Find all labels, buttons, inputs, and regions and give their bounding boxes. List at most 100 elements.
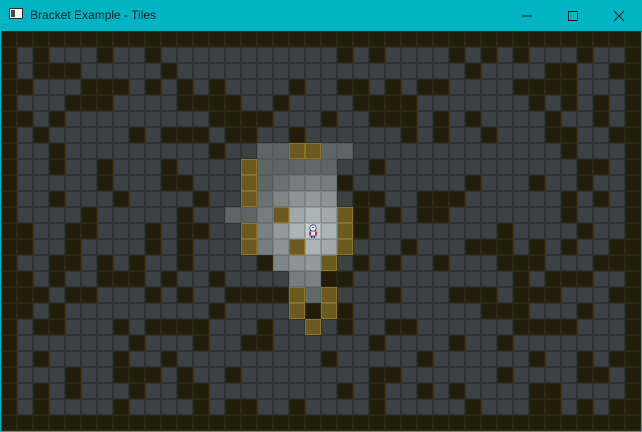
floor-tile	[241, 319, 257, 335]
floor-tile	[369, 79, 385, 95]
floor-tile	[497, 143, 513, 159]
floor-tile	[145, 383, 161, 399]
floor-tile	[561, 111, 577, 127]
wall-tile	[529, 399, 545, 415]
wall-tile	[1, 383, 17, 399]
floor-tile	[225, 255, 241, 271]
floor-tile	[369, 207, 385, 223]
floor-tile	[529, 143, 545, 159]
maximize-button[interactable]	[550, 0, 596, 31]
wall-tile	[97, 31, 113, 47]
floor-tile	[433, 223, 449, 239]
floor-tile	[193, 303, 209, 319]
floor-tile	[353, 319, 369, 335]
floor-tile	[433, 239, 449, 255]
floor-tile	[257, 175, 273, 191]
floor-tile	[609, 191, 625, 207]
floor-tile	[609, 111, 625, 127]
wall-tile	[289, 127, 305, 143]
floor-tile	[241, 47, 257, 63]
wall-tile	[417, 191, 433, 207]
floor-tile	[337, 127, 353, 143]
wall-tile	[49, 31, 65, 47]
floor-tile	[97, 367, 113, 383]
wall-tile	[1, 287, 17, 303]
floor-tile	[97, 143, 113, 159]
floor-tile	[289, 191, 305, 207]
floor-tile	[321, 319, 337, 335]
floor-tile	[545, 191, 561, 207]
floor-tile	[417, 367, 433, 383]
wall-tile	[561, 143, 577, 159]
floor-tile	[257, 191, 273, 207]
wall-tile	[385, 319, 401, 335]
floor-tile	[609, 47, 625, 63]
floor-tile	[545, 175, 561, 191]
floor-tile	[609, 303, 625, 319]
floor-tile	[257, 303, 273, 319]
wall-tile	[625, 255, 641, 271]
floor-tile	[129, 239, 145, 255]
floor-tile	[145, 399, 161, 415]
floor-tile	[433, 175, 449, 191]
floor-tile	[65, 191, 81, 207]
floor-tile	[481, 223, 497, 239]
floor-tile	[161, 111, 177, 127]
wall-tile	[337, 383, 353, 399]
wall-tile	[545, 271, 561, 287]
floor-tile	[177, 303, 193, 319]
floor-tile	[113, 207, 129, 223]
floor-tile	[369, 255, 385, 271]
floor-tile	[385, 47, 401, 63]
floor-tile	[529, 159, 545, 175]
floor-tile	[177, 143, 193, 159]
wall-tile	[481, 303, 497, 319]
wall-tile	[481, 31, 497, 47]
wall-tile	[1, 351, 17, 367]
floor-tile	[273, 383, 289, 399]
wall-tile	[113, 351, 129, 367]
floor-tile	[97, 111, 113, 127]
floor-tile	[145, 255, 161, 271]
wall-tile	[177, 415, 193, 431]
close-button[interactable]	[596, 0, 642, 31]
wall-tile	[241, 399, 257, 415]
wall-tile	[529, 31, 545, 47]
floor-tile	[529, 271, 545, 287]
wall-tile	[129, 367, 145, 383]
floor-tile	[113, 127, 129, 143]
wall-tile	[465, 111, 481, 127]
wall-tile	[625, 111, 641, 127]
floor-tile	[33, 239, 49, 255]
wall-tile	[145, 31, 161, 47]
floor-tile	[529, 303, 545, 319]
title-bar[interactable]: Bracket Example - Tiles	[0, 0, 642, 31]
minimize-button[interactable]	[504, 0, 550, 31]
floor-tile	[385, 127, 401, 143]
floor-tile	[401, 351, 417, 367]
floor-tile	[465, 319, 481, 335]
wall-tile	[177, 255, 193, 271]
floor-tile	[545, 239, 561, 255]
floor-tile	[353, 63, 369, 79]
wall-tile	[497, 415, 513, 431]
floor-tile	[593, 127, 609, 143]
floor-tile	[33, 191, 49, 207]
floor-tile	[305, 207, 321, 223]
wall-tile	[225, 31, 241, 47]
floor-tile	[593, 383, 609, 399]
wall-tile	[177, 287, 193, 303]
wall-tile	[625, 399, 641, 415]
floor-tile	[97, 351, 113, 367]
wall-tile	[353, 31, 369, 47]
wall-tile	[257, 255, 273, 271]
floor-tile	[161, 383, 177, 399]
game-viewport[interactable]	[1, 31, 641, 431]
floor-tile	[353, 175, 369, 191]
maximize-icon	[568, 11, 578, 21]
wall-tile	[209, 143, 225, 159]
floor-tile	[465, 351, 481, 367]
floor-tile	[209, 399, 225, 415]
floor-tile	[305, 335, 321, 351]
floor-tile	[65, 335, 81, 351]
